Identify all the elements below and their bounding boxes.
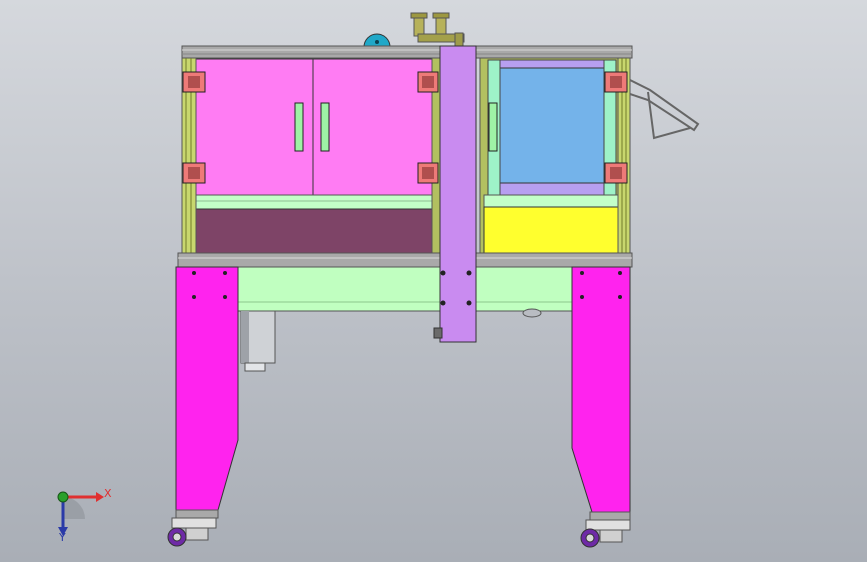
base-fitting xyxy=(522,308,542,318)
y-axis-dot xyxy=(57,491,69,503)
machine-model-drawing[interactable] xyxy=(0,0,867,562)
left-door-handle xyxy=(294,102,304,152)
left-cabinet xyxy=(193,58,435,254)
base-rail xyxy=(177,252,633,268)
right-cabinet xyxy=(479,57,631,257)
right-leg xyxy=(571,266,631,521)
nozzle-assembly xyxy=(410,12,465,48)
top-frame-rail xyxy=(181,45,633,59)
right-lower-panel xyxy=(483,206,619,254)
y-axis-label: Y xyxy=(59,531,66,544)
right-window xyxy=(499,67,605,184)
cad-viewport[interactable]: X Y xyxy=(0,0,867,562)
left-lower-panel xyxy=(193,208,435,254)
central-column xyxy=(433,45,477,343)
right-door-handle xyxy=(320,102,330,152)
top-disk xyxy=(363,33,391,48)
left-leg xyxy=(175,266,239,519)
right-caster xyxy=(580,519,631,548)
right-window-handle xyxy=(488,102,498,152)
orientation-triad[interactable] xyxy=(57,491,104,536)
motor xyxy=(240,310,276,372)
side-arm-bracket xyxy=(629,79,700,140)
x-axis-label: X xyxy=(104,487,112,500)
left-caster xyxy=(167,517,217,547)
base-panel xyxy=(237,266,573,312)
